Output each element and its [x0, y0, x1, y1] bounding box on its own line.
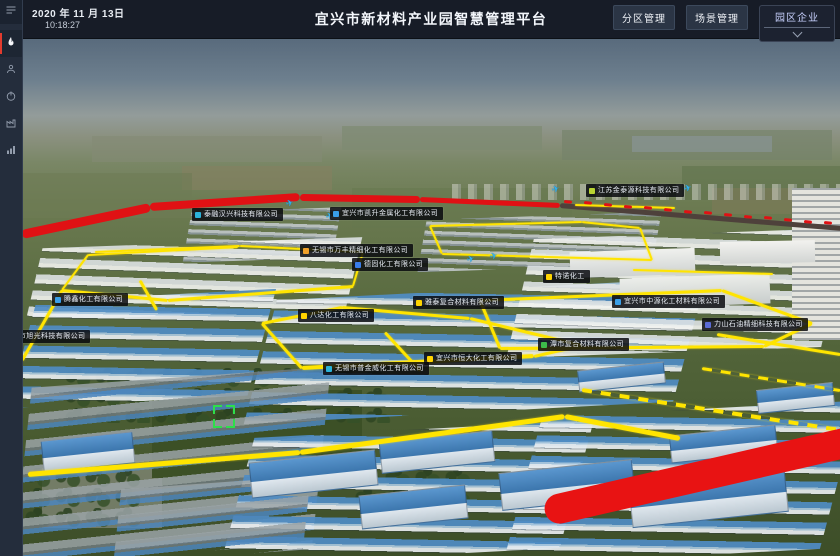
company-label-text: 特诺化工	[555, 272, 585, 281]
company-marker-icon	[541, 342, 547, 348]
sidebar-item-statistics[interactable]	[0, 138, 22, 165]
company-marker-icon	[355, 262, 361, 268]
company-marker-icon	[333, 211, 339, 217]
company-marker-icon	[546, 274, 552, 280]
company-marker-icon	[705, 322, 711, 328]
company-label[interactable]: 八达化工有限公司	[298, 309, 374, 322]
terrain-patch	[342, 126, 542, 150]
sidebar-item-enterprise[interactable]	[0, 111, 22, 138]
company-label[interactable]: 雅泰复合材料有限公司	[413, 296, 504, 309]
company-label-text: 无锡市万丰精细化工有限公司	[312, 246, 408, 255]
highway-segment	[300, 194, 420, 203]
highway-segment	[744, 215, 752, 219]
highway-segment	[804, 220, 812, 224]
company-label-text: 宜兴市恒大化工有限公司	[436, 354, 517, 363]
sidebar-item-personnel[interactable]	[0, 57, 22, 84]
company-marker-icon	[303, 248, 309, 254]
company-marker-icon	[416, 300, 422, 306]
highway-segment	[724, 213, 732, 217]
person-icon	[5, 62, 17, 80]
company-label[interactable]: 特诺化工	[543, 270, 590, 283]
company-label[interactable]: 江苏金泰源科技有限公司	[586, 184, 684, 197]
highway-segment	[564, 200, 572, 204]
company-marker-icon	[195, 212, 201, 218]
zone-management-button[interactable]: 分区管理	[613, 5, 675, 30]
company-label-text: 潭市复合材料有限公司	[550, 340, 624, 349]
map-3d-view[interactable]: 泰融汉兴科技有限公司 宜兴市凯升金属化工有限公司无锡市万丰精细化工有限公司德固化工…	[22, 38, 840, 556]
company-label[interactable]: 腾鑫化工有限公司	[52, 293, 128, 306]
company-label-text: 力山石油精细科技有限公司	[714, 320, 803, 329]
company-label-text: 八达化工有限公司	[310, 311, 369, 320]
company-label-text: 宜兴市旭光科技有限公司	[22, 332, 85, 341]
company-label[interactable]: 潭市复合材料有限公司	[538, 338, 629, 351]
company-label[interactable]: 宜兴市恒大化工有限公司	[424, 352, 522, 365]
company-marker-icon	[326, 366, 332, 372]
company-label-text: 德固化工有限公司	[364, 260, 423, 269]
company-marker-icon	[615, 299, 621, 305]
hamburger-icon	[5, 3, 17, 21]
scene-management-button[interactable]: 场景管理	[686, 5, 748, 30]
park-enterprise-label: 园区企业	[760, 6, 834, 27]
park-enterprise-dropdown[interactable]: 园区企业	[759, 5, 835, 42]
company-label-text: 宜兴市中源化工材料有限公司	[624, 297, 720, 306]
company-marker-icon	[55, 297, 61, 303]
terrain-patch	[182, 166, 332, 190]
company-label[interactable]: 无锡市万丰精细化工有限公司	[300, 244, 413, 257]
company-marker-icon	[427, 356, 433, 362]
company-label-text: 雅泰复合材料有限公司	[425, 298, 499, 307]
power-icon	[5, 89, 17, 107]
company-label[interactable]: 力山石油精细科技有限公司	[702, 318, 808, 331]
company-label[interactable]: 无锡市普金威化工有限公司	[323, 362, 429, 375]
white-building	[720, 240, 815, 264]
company-marker-icon	[589, 188, 595, 194]
bar-chart-icon	[5, 143, 17, 161]
company-label[interactable]: 宜兴市旭光科技有限公司	[22, 330, 90, 343]
sidebar	[0, 0, 23, 556]
company-label[interactable]: 德固化工有限公司	[352, 258, 428, 271]
terrain-patch	[92, 136, 322, 162]
sidebar-item-menu[interactable]	[0, 0, 22, 24]
highway-segment	[784, 218, 792, 222]
highway-segment	[684, 210, 692, 214]
company-label-text: 腾鑫化工有限公司	[64, 295, 123, 304]
company-marker-icon	[301, 313, 307, 319]
highway-segment	[624, 205, 632, 209]
header-bar: 2020 年 11 月 13日 10:18:27 宜兴市新材料产业园智慧管理平台…	[22, 0, 840, 39]
flame-icon	[5, 35, 17, 53]
terrain-patch	[632, 136, 772, 152]
company-label[interactable]: 泰融汉兴科技有限公司	[192, 208, 283, 221]
company-label-text: 江苏金泰源科技有限公司	[598, 186, 679, 195]
sidebar-item-alarm[interactable]	[0, 30, 22, 57]
factory-icon	[5, 116, 17, 134]
company-label[interactable]: 宜兴市凯升金属化工有限公司	[330, 207, 443, 220]
sidebar-item-energy[interactable]	[0, 84, 22, 111]
company-label-text: 无锡市普金威化工有限公司	[335, 364, 424, 373]
company-label-text: 泰融汉兴科技有限公司	[204, 210, 278, 219]
chevron-down-icon	[760, 28, 834, 41]
header-actions: 分区管理 场景管理 园区企业	[613, 5, 835, 42]
selection-box	[213, 405, 235, 428]
company-label[interactable]: 宜兴市中源化工材料有限公司	[612, 295, 725, 308]
company-label-text: 宜兴市凯升金属化工有限公司	[342, 209, 438, 218]
